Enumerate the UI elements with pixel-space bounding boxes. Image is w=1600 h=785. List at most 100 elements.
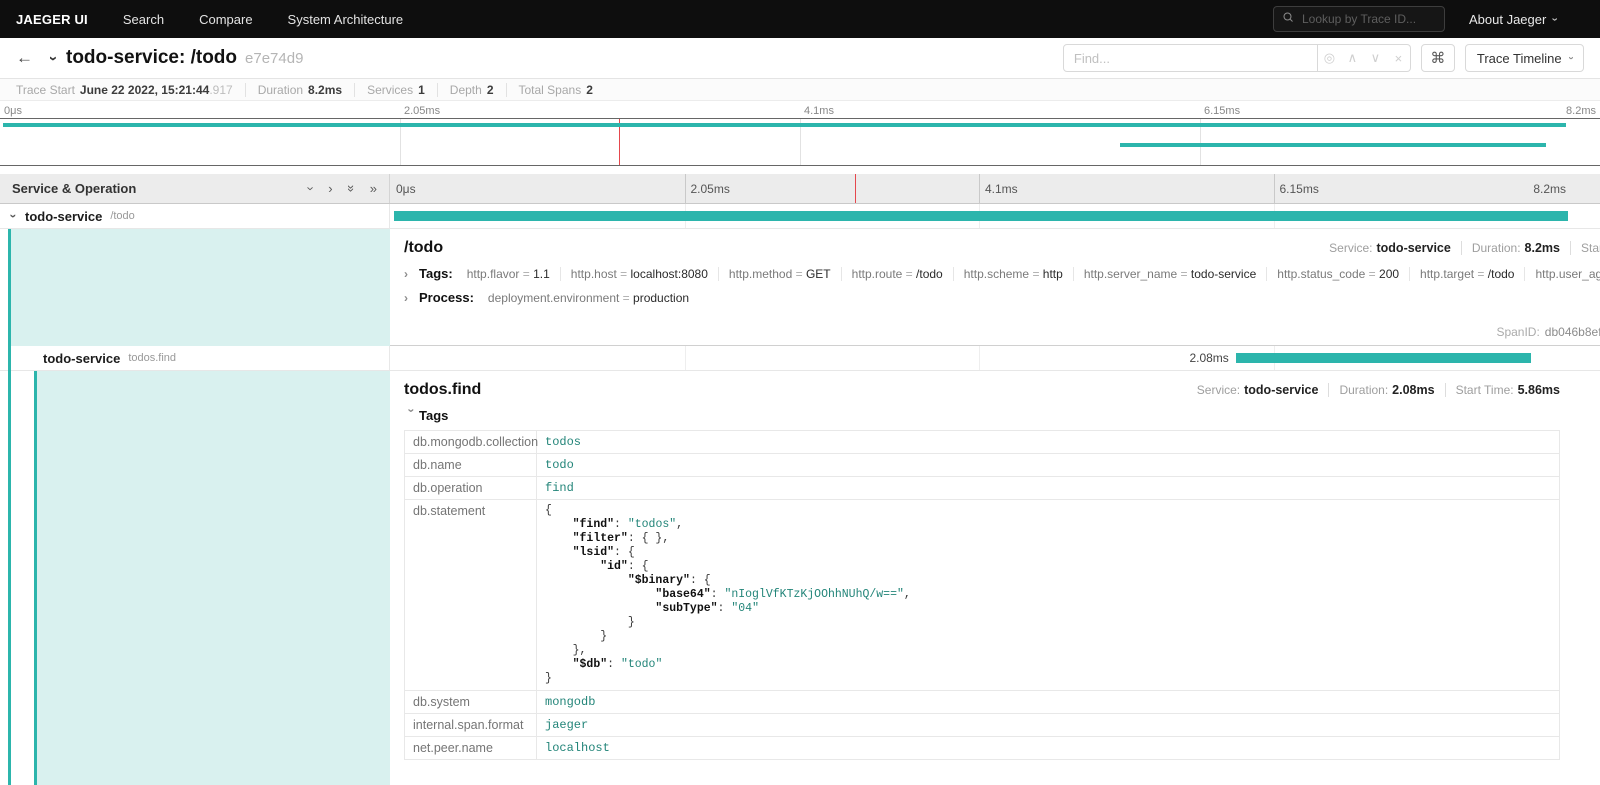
tag-key: http.target xyxy=(1420,267,1488,281)
axis-tick: 2.05ms xyxy=(691,182,730,196)
span-detail-meta: Service: todo-service Duration: 8.2ms St… xyxy=(1329,241,1600,255)
chevron-down-icon[interactable]: › xyxy=(8,210,20,223)
meta-value: 5.86ms xyxy=(1518,383,1560,397)
trace-view-label: Trace Timeline xyxy=(1477,51,1562,66)
span-bar-todo[interactable] xyxy=(394,211,1568,221)
collapse-all-icon[interactable]: » xyxy=(370,182,377,195)
expand-one-icon[interactable]: › xyxy=(305,186,318,190)
meta-label: Service: xyxy=(1329,241,1372,255)
meta-item: Service: todo-service xyxy=(1197,383,1319,397)
axis-gridline xyxy=(685,174,686,203)
process-accordion-label: Process: xyxy=(419,290,474,305)
axis-tick: 4.1ms xyxy=(985,182,1018,196)
tags-accordion[interactable]: › Tags: http.flavor 1.1 http.host xyxy=(404,266,1600,281)
axis-gridline xyxy=(979,174,980,203)
match-icon[interactable]: ◎ xyxy=(1318,50,1341,66)
span-row-todos-find: todo-service todos.find 2.08ms xyxy=(0,346,1600,371)
tag-value: /todo xyxy=(1488,267,1515,281)
summary-value: 1 xyxy=(418,83,425,97)
jaeger-logo[interactable]: JAEGER UI xyxy=(16,12,88,27)
collapse-one-icon[interactable]: › xyxy=(328,182,332,195)
kv-value: localhost xyxy=(537,737,1560,760)
process-summary-list: deployment.environment production xyxy=(478,291,699,305)
tag-item: http.target /todo xyxy=(1410,267,1525,281)
minimap-tick: 8.2ms xyxy=(1566,105,1596,117)
kv-key: db.system xyxy=(405,691,537,714)
expanded-span-accent xyxy=(34,371,37,785)
tag-key: http.route xyxy=(852,267,916,281)
meta-label: Start Time: xyxy=(1581,241,1600,255)
top-navbar: JAEGER UI Search Compare System Architectu… xyxy=(0,0,1600,38)
back-arrow-icon[interactable]: ← xyxy=(16,48,33,68)
summary-value: 8.2ms xyxy=(308,83,342,97)
lookup-trace-id-input[interactable] xyxy=(1300,11,1436,27)
about-jaeger-menu[interactable]: About Jaeger › xyxy=(1469,12,1556,27)
trace-title: todo-service: /todo xyxy=(66,47,237,69)
trace-title-chevron-icon[interactable]: › xyxy=(46,56,61,61)
kv-key: db.name xyxy=(405,454,537,477)
tag-item: http.user_agent M… xyxy=(1525,267,1600,281)
tag-value: 200 xyxy=(1379,267,1399,281)
navbar-right: About Jaeger › xyxy=(1273,6,1556,32)
kv-key: db.statement xyxy=(405,500,537,691)
tags-accordion-label: Tags xyxy=(419,408,448,423)
kv-value: mongodb xyxy=(537,691,1560,714)
span-name-todo[interactable]: › todo-service /todo xyxy=(0,204,390,228)
tag-value: production xyxy=(633,291,689,305)
kv-value: todo xyxy=(537,454,1560,477)
trace-minimap[interactable] xyxy=(0,118,1600,166)
meta-label: Duration: xyxy=(1339,383,1388,397)
trace-header: ← › todo-service: /todo e7e74d9 ◎ ∧ ∨ × … xyxy=(0,38,1600,79)
find-button-group: ◎ ∧ ∨ × xyxy=(1318,44,1411,72)
expanded-span-accent xyxy=(8,229,11,785)
nav-item[interactable]: Search xyxy=(123,12,164,27)
trace-header-toolbar: ◎ ∧ ∨ × ⌘ Trace Timeline › xyxy=(1063,44,1584,72)
nav-item[interactable]: Compare xyxy=(199,12,252,27)
kv-key: db.operation xyxy=(405,477,537,500)
trace-lookup-box xyxy=(1273,6,1445,32)
about-jaeger-label: About Jaeger xyxy=(1469,12,1546,27)
axis-gridline xyxy=(1274,174,1275,203)
service-operation-title: Service & Operation xyxy=(12,181,136,196)
kv-key: db.mongodb.collection xyxy=(405,431,537,454)
minimap-tick: 4.1ms xyxy=(804,105,834,117)
find-input[interactable] xyxy=(1063,44,1318,72)
meta-item: Start Time: 0μs xyxy=(1570,241,1600,255)
summary-item: Total Spans 2 xyxy=(506,83,593,97)
span-row-todo: › todo-service /todo xyxy=(0,204,1600,229)
span-timeline-todo xyxy=(390,204,1600,228)
timeline-collapser: › › » » xyxy=(309,182,377,195)
meta-label: Service: xyxy=(1197,383,1240,397)
row-gridline xyxy=(979,346,980,370)
span-service-name: todo-service xyxy=(43,351,120,366)
tags-accordion-open[interactable]: › Tags xyxy=(404,408,1560,423)
tags-accordion-label: Tags: xyxy=(419,266,453,281)
span-name-todos-find[interactable]: todo-service todos.find xyxy=(0,346,390,370)
summary-item: Services 1 xyxy=(354,83,425,97)
process-accordion[interactable]: › Process: deployment.environment produc… xyxy=(404,290,1600,305)
span-detail-header: /todo Service: todo-service Duration: 8.… xyxy=(404,239,1600,257)
clear-find-icon[interactable]: × xyxy=(1387,51,1410,66)
minimap-tick: 2.05ms xyxy=(404,105,440,117)
tag-value: GET xyxy=(806,267,831,281)
tag-key: http.status_code xyxy=(1277,267,1379,281)
span-detail-todo: /todo Service: todo-service Duration: 8.… xyxy=(0,229,1600,346)
minimap-span-bar-todo xyxy=(3,123,1566,127)
meta-item: Start Time: 5.86ms xyxy=(1445,383,1560,397)
span-bar-todos-find[interactable]: 2.08ms xyxy=(1236,353,1532,363)
search-icon xyxy=(1282,10,1294,28)
kv-value: find xyxy=(537,477,1560,500)
span-duration-label: 2.08ms xyxy=(1189,351,1228,365)
tag-item: http.method GET xyxy=(719,267,842,281)
span-operation-name: todos.find xyxy=(128,352,176,364)
nav-item[interactable]: System Architecture xyxy=(288,12,404,27)
key-value-row: internal.span.format jaeger xyxy=(405,714,1560,737)
expand-all-icon[interactable]: » xyxy=(345,185,358,192)
minimap-tick: 6.15ms xyxy=(1204,105,1240,117)
next-match-icon[interactable]: ∨ xyxy=(1364,50,1387,66)
span-id-row: SpanID: db046b8efc5b7452 xyxy=(1496,325,1600,339)
keyboard-shortcuts-button[interactable]: ⌘ xyxy=(1421,44,1455,72)
trace-id: e7e74d9 xyxy=(245,50,303,67)
prev-match-icon[interactable]: ∧ xyxy=(1341,50,1364,66)
trace-view-selector[interactable]: Trace Timeline › xyxy=(1465,44,1584,72)
